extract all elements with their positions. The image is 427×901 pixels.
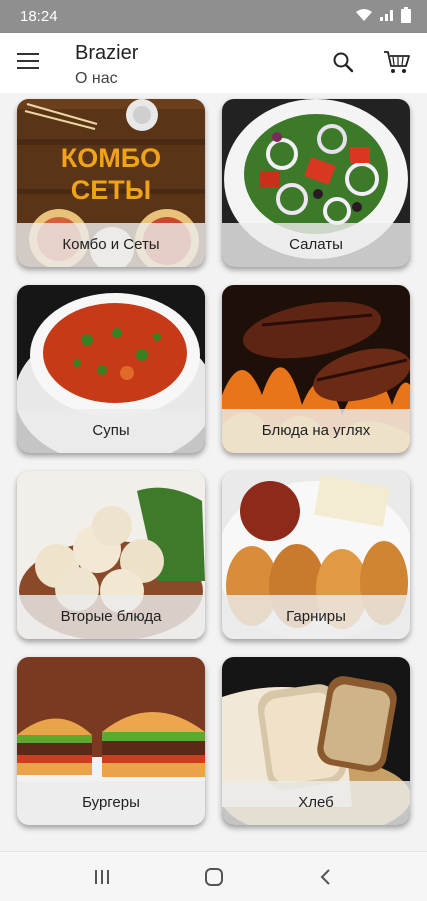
combo-image-text: КОМБО xyxy=(61,143,161,173)
home-icon[interactable] xyxy=(202,866,226,888)
signal-icon xyxy=(380,10,393,21)
category-card-bread[interactable]: Хлеб xyxy=(222,657,410,825)
status-bar: 18:24 xyxy=(0,0,427,33)
app-title: Brazier xyxy=(75,42,139,64)
battery-icon xyxy=(401,7,411,23)
category-card-main-dishes[interactable]: Вторые блюда xyxy=(17,471,205,639)
search-icon[interactable] xyxy=(331,50,355,74)
category-label: Вторые блюда xyxy=(17,595,205,639)
recents-icon[interactable] xyxy=(90,866,114,888)
category-card-burgers[interactable]: Бургеры xyxy=(17,657,205,825)
wifi-icon xyxy=(356,9,372,21)
category-card-grill[interactable]: Блюда на углях xyxy=(222,285,410,453)
app-bar: Brazier О нас xyxy=(0,33,427,93)
svg-text:СЕТЫ: СЕТЫ xyxy=(71,175,151,205)
category-label: Супы xyxy=(17,409,205,453)
category-card-soups[interactable]: Супы xyxy=(17,285,205,453)
category-label: Хлеб xyxy=(222,781,410,825)
category-label: Гарниры xyxy=(222,595,410,639)
category-card-salads[interactable]: Салаты xyxy=(222,99,410,267)
system-nav-bar xyxy=(0,851,427,901)
cart-icon[interactable] xyxy=(383,49,411,75)
category-label: Блюда на углях xyxy=(222,409,410,453)
back-icon[interactable] xyxy=(314,866,338,888)
category-label: Бургеры xyxy=(17,781,205,825)
app-subtitle: О нас xyxy=(75,70,118,87)
category-grid: КОМБО СЕТЫ Комбо и Сеты Салаты Супы Блюд… xyxy=(0,93,427,851)
category-card-combo[interactable]: КОМБО СЕТЫ Комбо и Сеты xyxy=(17,99,205,267)
hamburger-icon[interactable] xyxy=(17,53,39,71)
status-time: 18:24 xyxy=(20,8,58,25)
category-label: Комбо и Сеты xyxy=(17,223,205,267)
category-card-garnish[interactable]: Гарниры xyxy=(222,471,410,639)
category-label: Салаты xyxy=(222,223,410,267)
